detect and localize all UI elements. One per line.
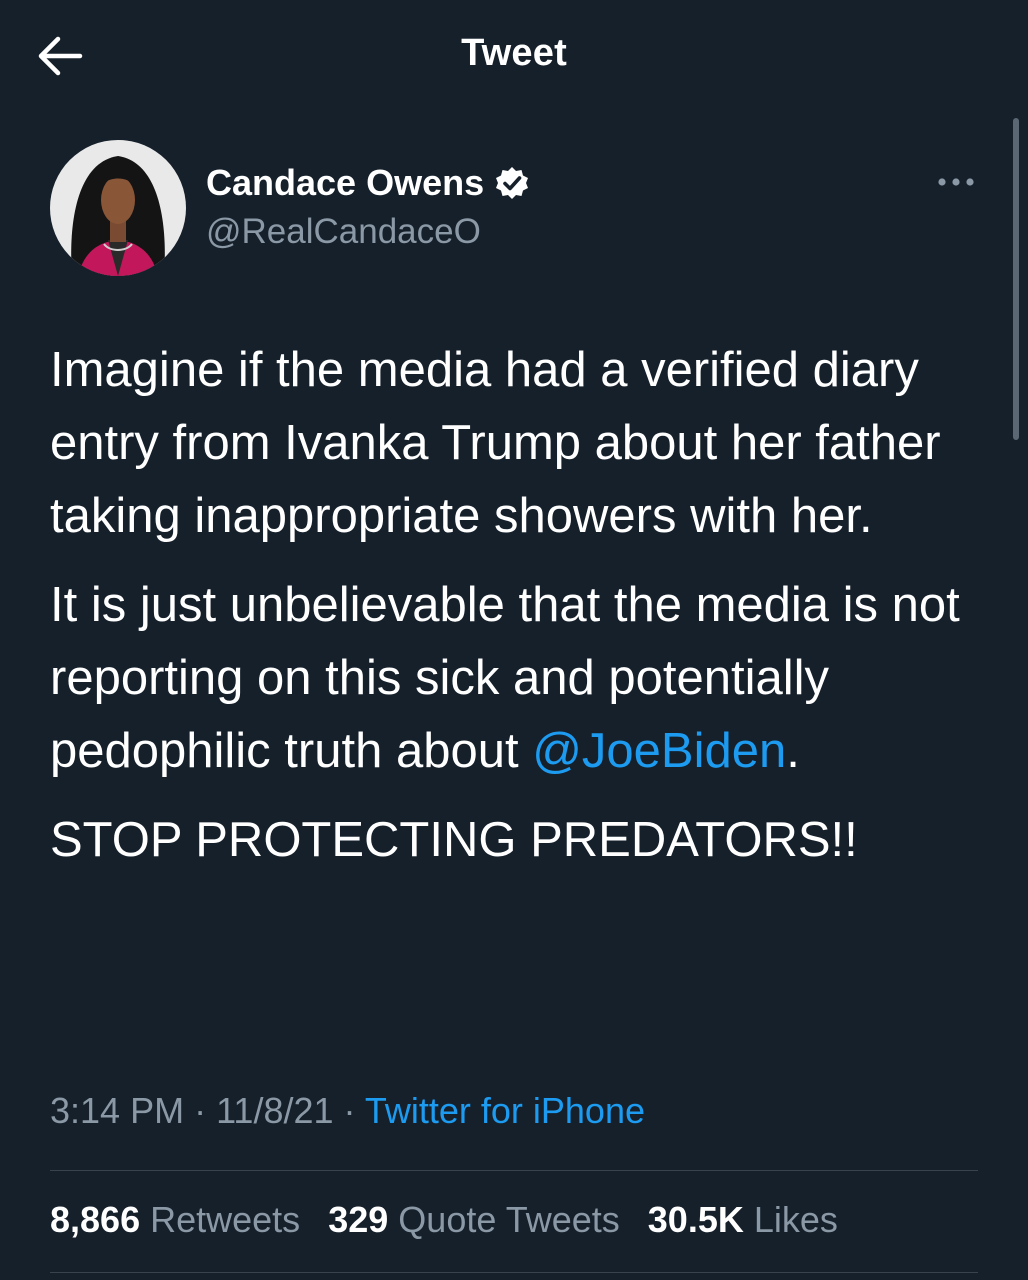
retweets-count: 8,866 — [50, 1199, 141, 1240]
tweet-time[interactable]: 3:14 PM — [50, 1090, 184, 1131]
divider — [50, 1170, 978, 1171]
tweet-paragraph-2-end: . — [786, 724, 800, 778]
scrollbar[interactable] — [1013, 118, 1019, 440]
quote-tweets-count: 329 — [328, 1199, 389, 1240]
more-options-button[interactable] — [934, 170, 978, 194]
verified-badge-icon — [494, 165, 530, 201]
tweet-meta: 3:14 PM · 11/8/21 · Twitter for iPhone — [50, 1090, 645, 1132]
tweet-paragraph-1: Imagine if the media had a verified diar… — [50, 343, 941, 543]
likes-count: 30.5K — [647, 1199, 744, 1240]
more-dots-icon — [938, 178, 974, 186]
avatar[interactable] — [50, 140, 186, 276]
tweet-body: Imagine if the media had a verified diar… — [50, 334, 1000, 893]
likes-stat[interactable]: 30.5K Likes — [648, 1199, 838, 1241]
page-title: Tweet — [461, 32, 567, 74]
top-bar: Tweet — [0, 0, 1028, 112]
tweet-stats: 8,866 Retweets 329 Quote Tweets 30.5K Li… — [50, 1199, 856, 1241]
retweets-stat[interactable]: 8,866 Retweets — [50, 1199, 300, 1241]
retweets-label: Retweets — [150, 1199, 301, 1240]
author-name-text: Candace Owens — [206, 162, 485, 203]
quote-tweets-label: Quote Tweets — [398, 1199, 620, 1240]
meta-separator: · — [333, 1090, 365, 1131]
tweet-date[interactable]: 11/8/21 — [216, 1090, 333, 1131]
author-handle[interactable]: @RealCandaceO — [206, 212, 481, 252]
quote-tweets-stat[interactable]: 329 Quote Tweets — [328, 1199, 620, 1241]
tweet-paragraph-3: STOP PROTECTING PREDATORS!! — [50, 813, 858, 867]
likes-label: Likes — [753, 1199, 838, 1240]
tweet-paragraph-2-text: It is just unbelievable that the media i… — [50, 578, 960, 778]
meta-separator: · — [184, 1090, 217, 1131]
divider — [50, 1272, 978, 1273]
tweet-source-link[interactable]: Twitter for iPhone — [365, 1090, 645, 1131]
tweet-paragraph-2: It is just unbelievable that the media i… — [50, 569, 1000, 788]
author-name[interactable]: Candace Owens — [206, 162, 530, 204]
mention-link[interactable]: @JoeBiden — [532, 724, 786, 778]
